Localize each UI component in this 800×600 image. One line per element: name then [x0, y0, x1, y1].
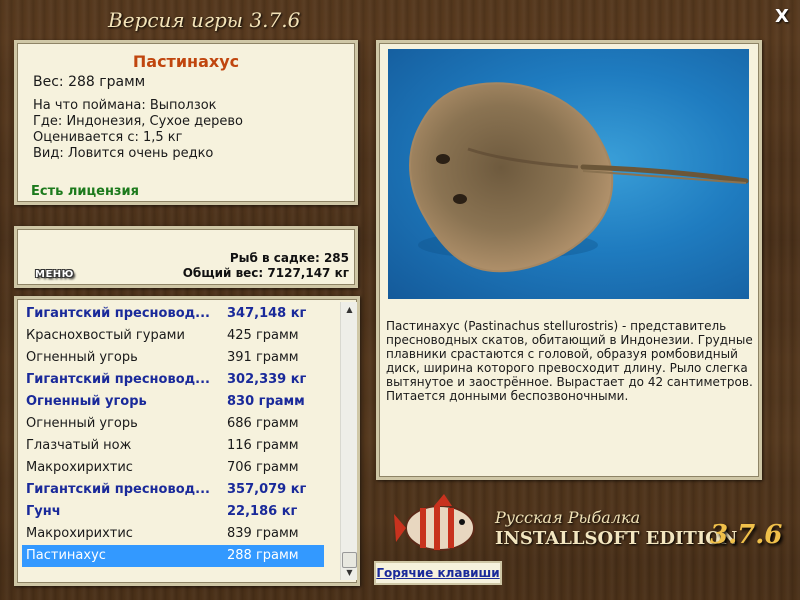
catch-list-row[interactable]: Гунч 22,186 кг: [22, 501, 324, 523]
kind-label: Вид:: [33, 146, 64, 161]
catch-fish-name: Огненный угорь: [26, 350, 138, 365]
caught-on-label: На что поймана:: [33, 98, 146, 113]
catch-list: Гигантский пресновод... 347,148 кг Краснох…: [22, 303, 324, 567]
catch-fish-name: Огненный угорь: [26, 416, 138, 431]
catch-fish-weight: 288 грамм: [227, 548, 299, 563]
fish-photo-panel: Пастинахус (Pastinachus stellurostris) -…: [376, 40, 762, 480]
catch-fish-weight: 425 грамм: [227, 328, 299, 343]
fish-description: Пастинахус (Pastinachus stellurostris) -…: [386, 319, 753, 403]
scroll-down-icon[interactable]: ▼: [341, 565, 357, 580]
catch-fish-weight: 686 грамм: [227, 416, 299, 431]
caught-on-value: Выползок: [149, 98, 217, 113]
game-version-title: Версия игры 3.7.6: [108, 8, 301, 32]
catch-fish-weight: 830 грамм: [227, 394, 305, 409]
hotkeys-button[interactable]: Горячие клавиши: [374, 561, 502, 585]
catch-fish-weight: 116 грамм: [227, 438, 299, 453]
catch-fish-weight: 347,148 кг: [227, 306, 307, 321]
logo-fish-icon: [394, 494, 475, 551]
catch-list-row[interactable]: Макрохирихтис 706 грамм: [22, 457, 324, 479]
catch-fish-name: Гигантский пресновод...: [26, 482, 210, 497]
catch-fish-weight: 357,079 кг: [227, 482, 307, 497]
catch-fish-weight: 706 грамм: [227, 460, 299, 475]
catch-list-panel: Гигантский пресновод... 347,148 кг Краснох…: [14, 296, 360, 586]
game-logo: Русская Рыбалка INSTALLSOFT EDITION 3.7.…: [392, 490, 796, 560]
kind-value: Ловится очень редко: [67, 146, 214, 161]
menu-button[interactable]: МЕНЮ: [35, 269, 74, 280]
fish-photo: [388, 49, 749, 299]
valued-from-label: Оценивается с:: [33, 130, 139, 145]
scrollbar[interactable]: ▲ ▼: [340, 302, 357, 580]
catch-list-row[interactable]: Гигантский пресновод... 302,339 кг: [22, 369, 324, 391]
catch-fish-name: Макрохирихтис: [26, 526, 133, 541]
catch-list-row[interactable]: Гигантский пресновод... 347,148 кг: [22, 303, 324, 325]
caught-on-line: На что поймана: Выползок: [33, 98, 217, 113]
catch-fish-name: Пастинахус: [26, 548, 106, 563]
catch-list-row[interactable]: Пастинахус 288 грамм: [22, 545, 324, 567]
title-bar: Версия игры 3.7.6 X: [0, 0, 800, 36]
location-value: Индонезия, Сухое дерево: [66, 114, 243, 129]
catch-fish-name: Краснохвостый гурами: [26, 328, 185, 343]
total-weight: Общий вес: 7127,147 кг: [182, 266, 349, 280]
kind-line: Вид: Ловится очень редко: [33, 146, 213, 161]
catch-list-row[interactable]: Огненный угорь 686 грамм: [22, 413, 324, 435]
catch-fish-name: Гигантский пресновод...: [26, 372, 210, 387]
license-status: Есть лицензия: [31, 184, 139, 199]
catch-fish-name: Огненный угорь: [26, 394, 147, 409]
location-label: Где:: [33, 114, 63, 129]
fish-count: Рыб в садке: 285: [229, 251, 349, 265]
catch-fish-name: Гигантский пресновод...: [26, 306, 210, 321]
catch-fish-name: Макрохирихтис: [26, 460, 133, 475]
catch-fish-weight: 839 грамм: [227, 526, 299, 541]
catch-list-row[interactable]: Глазчатый нож 116 грамм: [22, 435, 324, 457]
valued-from-line: Оценивается с: 1,5 кг: [33, 130, 183, 145]
catch-list-row[interactable]: Макрохирихтис 839 грамм: [22, 523, 324, 545]
catch-fish-weight: 22,186 кг: [227, 504, 298, 519]
catch-fish-name: Гунч: [26, 504, 61, 519]
catch-list-row[interactable]: Огненный угорь 830 грамм: [22, 391, 324, 413]
stingray-image: [409, 82, 749, 273]
fish-name: Пастинахус: [132, 52, 240, 71]
close-icon[interactable]: X: [771, 6, 793, 28]
valued-from-value: 1,5 кг: [143, 130, 183, 145]
keepnet-stats-panel: Рыб в садке: 285 Общий вес: 7127,147 кг …: [14, 226, 358, 288]
logo-edition: INSTALLSOFT EDITION: [495, 528, 738, 549]
catch-fish-weight: 302,339 кг: [227, 372, 307, 387]
location-line: Где: Индонезия, Сухое дерево: [33, 114, 243, 129]
catch-fish-weight: 391 грамм: [227, 350, 299, 365]
catch-fish-name: Глазчатый нож: [26, 438, 132, 453]
logo-title: Русская Рыбалка: [495, 508, 641, 527]
catch-list-row[interactable]: Краснохвостый гурами 425 грамм: [22, 325, 324, 347]
catch-list-row[interactable]: Гигантский пресновод... 357,079 кг: [22, 479, 324, 501]
logo-version: 3.7.6: [710, 520, 783, 550]
fish-info-panel: Пастинахус Вес: 288 грамм На что поймана…: [14, 40, 358, 205]
fish-weight: Вес: 288 грамм: [33, 74, 146, 90]
scroll-up-icon[interactable]: ▲: [341, 302, 357, 317]
catch-list-row[interactable]: Огненный угорь 391 грамм: [22, 347, 324, 369]
